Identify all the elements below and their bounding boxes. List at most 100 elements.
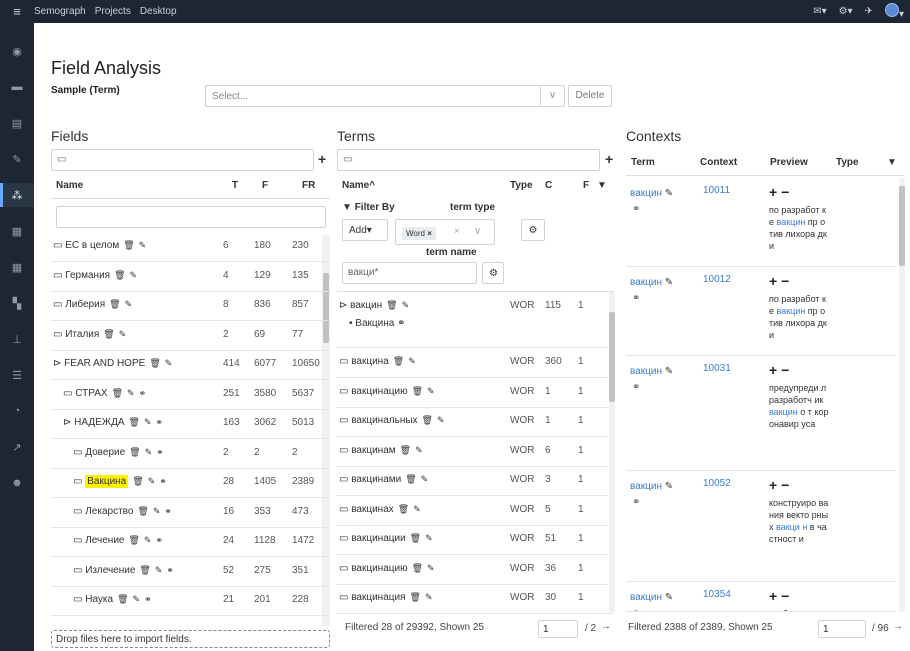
pencil-icon[interactable]: ✎ <box>119 329 127 339</box>
folder-icon[interactable]: ▭ <box>339 563 348 574</box>
pin-icon[interactable]: ✈ <box>865 6 873 17</box>
table-row[interactable]: ▭ Вакцина 🗑 ✎ ⚭ 28 1405 2389 <box>51 469 330 498</box>
plus-icon[interactable]: + <box>769 477 777 493</box>
table-row[interactable]: ▭ Италия 🗑 ✎ 2 69 77 <box>51 322 330 351</box>
trash-icon[interactable]: 🗑 <box>129 447 140 457</box>
trash-icon[interactable]: 🗑 <box>410 592 421 602</box>
plus-icon[interactable]: + <box>769 588 777 604</box>
brand-link[interactable]: Semograph <box>34 6 86 17</box>
pencil-icon[interactable]: ✎ <box>153 506 161 516</box>
pencil-icon[interactable]: ✎ <box>665 188 673 199</box>
table-row[interactable]: ⊳ FEAR AND HOPE 🗑 ✎ 414 6077 10650 <box>51 351 330 380</box>
terms-col-type[interactable]: Type <box>510 180 533 191</box>
terms-col-name[interactable]: Name^ <box>342 180 375 191</box>
pin-icon[interactable]: ⊥ <box>0 327 34 351</box>
terms-col-f[interactable]: F <box>583 180 589 191</box>
link-icon[interactable]: ⚭ <box>139 388 147 398</box>
terms-page-input[interactable]: 1 <box>538 620 578 638</box>
drop-zone[interactable]: Drop files here to import fields. <box>51 630 330 648</box>
trash-icon[interactable]: 🗑 <box>129 417 140 427</box>
term-type-select[interactable]: Word × × ∨ <box>395 219 495 245</box>
database-icon[interactable]: ▤ <box>0 111 34 135</box>
fields-search-input[interactable]: ▭ <box>51 149 314 171</box>
term-type-settings-button[interactable]: ⚙ <box>521 219 545 241</box>
grid-icon[interactable]: ▦ <box>0 255 34 279</box>
pencil-icon[interactable]: ✎ <box>145 447 153 457</box>
context-id-link[interactable]: 10011 <box>703 185 730 196</box>
link-icon[interactable]: ⚭ <box>156 447 164 457</box>
table-row[interactable]: ▭ вакцинацию 🗑 ✎ WOR 36 1 <box>337 555 614 585</box>
pencil-icon[interactable]: ✎ <box>665 277 673 288</box>
link-icon[interactable]: ⚭ <box>632 382 640 393</box>
terms-col-c[interactable]: C <box>545 180 552 191</box>
folder-icon[interactable]: ▭ <box>73 506 82 517</box>
trash-icon[interactable]: 🗑 <box>137 506 148 516</box>
pencil-icon[interactable]: ✎ <box>421 474 429 484</box>
table-row[interactable]: ▭ Германия 🗑 ✎ 4 129 135 <box>51 263 330 292</box>
nav-link-desktop[interactable]: Desktop <box>140 6 177 17</box>
table-row[interactable]: ▭ вакцинальных 🗑 ✎ WOR 1 1 <box>337 407 614 437</box>
folder-icon[interactable]: ▭ <box>339 592 348 603</box>
table-row[interactable]: вакцин ✎ ⚭ 10052 + − конструиро вания векто … <box>626 471 896 582</box>
nav-link-projects[interactable]: Projects <box>95 6 131 17</box>
trash-icon[interactable]: 🗑 <box>398 504 409 514</box>
folder-open-icon[interactable]: ⊳ <box>53 358 61 369</box>
sample-select[interactable]: Select... ∨ <box>205 85 565 107</box>
fields-col-name[interactable]: Name <box>56 180 83 191</box>
menu-icon[interactable]: ≡ <box>0 4 34 19</box>
edit-icon[interactable]: ✎ <box>0 147 34 171</box>
filter-icon[interactable]: ▼ <box>597 180 607 191</box>
link-icon[interactable]: ⚭ <box>166 565 174 575</box>
clear-icon[interactable]: × <box>454 226 460 237</box>
trash-icon[interactable]: 🗑 <box>386 300 397 310</box>
trash-icon[interactable]: 🗑 <box>132 476 143 486</box>
contexts-page-input[interactable]: 1 <box>818 620 866 638</box>
context-id-link[interactable]: 10354 <box>703 589 731 600</box>
contexts-scroll-thumb[interactable] <box>899 186 905 266</box>
minus-icon[interactable]: − <box>781 273 789 289</box>
table-row[interactable]: вакцин ✎ ⚭ 10012 + − по разработ ке вакцин п… <box>626 267 896 356</box>
folder-open-icon[interactable]: ⊳ <box>63 417 71 428</box>
pencil-icon[interactable]: ✎ <box>665 592 673 603</box>
link-icon[interactable]: ⚭ <box>632 204 640 215</box>
minus-icon[interactable]: − <box>781 362 789 378</box>
fields-col-fr[interactable]: FR <box>302 180 315 191</box>
trash-icon[interactable]: 🗑 <box>412 386 423 396</box>
pencil-icon[interactable]: ✎ <box>127 388 135 398</box>
folder-icon[interactable]: ▭ <box>73 476 82 487</box>
pencil-icon[interactable]: ✎ <box>427 386 435 396</box>
folder-icon[interactable]: ▭ <box>53 240 62 251</box>
folder-icon[interactable]: ▭ <box>63 388 72 399</box>
table-row[interactable]: ▭ вакцинация 🗑 ✎ WOR 30 1 <box>337 584 614 614</box>
pencil-icon[interactable]: ✎ <box>165 358 173 368</box>
context-term[interactable]: вакцин ✎ <box>630 277 673 288</box>
chevron-down-icon[interactable]: ∨ <box>540 86 564 106</box>
pie-icon[interactable]: ◔ <box>0 399 34 423</box>
trash-icon[interactable]: 🗑 <box>412 563 423 573</box>
dashboard-icon[interactable]: ◉ <box>0 39 34 63</box>
folder-icon[interactable]: ▭ <box>73 535 82 546</box>
terms-next-page-icon[interactable]: → <box>601 621 611 632</box>
terms-search-input[interactable]: ▭ <box>337 149 600 171</box>
pencil-icon[interactable]: ✎ <box>425 533 433 543</box>
context-id-link[interactable]: 10031 <box>703 363 731 374</box>
table-row[interactable]: ▭ ЕС в целом 🗑 ✎ 6 180 230 <box>51 233 330 262</box>
list-icon[interactable]: ☰ <box>0 363 34 387</box>
delete-button[interactable]: Delete <box>568 85 612 107</box>
minus-icon[interactable]: − <box>781 477 789 493</box>
context-term[interactable]: вакцин ✎ <box>630 366 673 377</box>
word-tag[interactable]: Word × <box>402 227 436 240</box>
filter-icon[interactable]: ▼ <box>887 157 897 168</box>
sitemap-icon[interactable]: ⁂ <box>0 183 34 207</box>
chart-icon[interactable]: ↗ <box>0 435 34 459</box>
pencil-icon[interactable]: ✎ <box>144 417 152 427</box>
trash-icon[interactable]: 🗑 <box>393 356 404 366</box>
link-icon[interactable]: ⚭ <box>156 417 164 427</box>
pencil-icon[interactable]: ✎ <box>133 594 141 604</box>
briefcase-icon[interactable]: ▬ <box>0 75 34 99</box>
folder-icon[interactable]: ▭ <box>53 270 62 281</box>
pencil-icon[interactable]: ✎ <box>408 356 416 366</box>
contexts-col-term[interactable]: Term <box>631 157 655 168</box>
pencil-icon[interactable]: ✎ <box>148 476 156 486</box>
trash-icon[interactable]: 🗑 <box>405 474 416 484</box>
